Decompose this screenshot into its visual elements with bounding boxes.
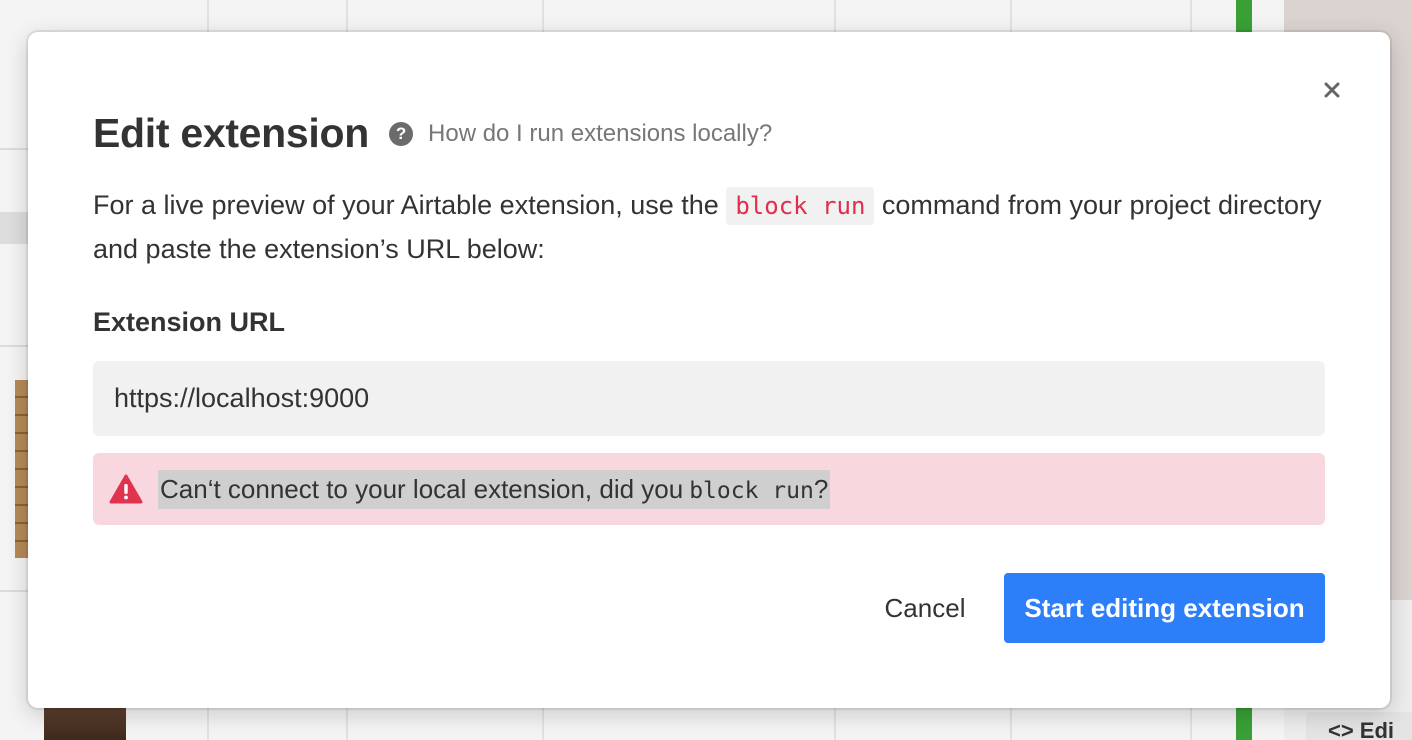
start-editing-button[interactable]: Start editing extension	[1004, 573, 1325, 643]
warning-triangle-icon	[109, 474, 143, 504]
error-suffix: ?	[813, 473, 829, 504]
error-banner: Can‘t connect to your local extension, d…	[93, 453, 1325, 525]
background-edit-tab: <> Edi	[1306, 712, 1412, 740]
grid-line	[0, 148, 30, 150]
error-message: Can‘t connect to your local extension, d…	[158, 469, 831, 509]
dialog-title: Edit extension	[93, 110, 370, 156]
description-code: block run	[726, 187, 875, 225]
edit-extension-dialog: Edit extension ? How do I run extensions…	[28, 32, 1390, 708]
dialog-header: Edit extension ? How do I run extensions…	[93, 110, 772, 157]
description-text: For a live preview of your Airtable exte…	[93, 190, 719, 220]
grid-line	[0, 590, 30, 592]
background-thumbnail	[44, 708, 126, 740]
question-circle-icon[interactable]: ?	[389, 121, 414, 146]
background-thumbnail	[15, 380, 29, 558]
grid-line	[0, 345, 30, 347]
dialog-description: For a live preview of your Airtable exte…	[93, 184, 1333, 271]
help-link[interactable]: How do I run extensions locally?	[428, 120, 772, 148]
extension-url-input[interactable]	[93, 361, 1325, 436]
error-code: block run?	[689, 474, 828, 505]
cancel-button[interactable]: Cancel	[870, 573, 980, 643]
background-band	[0, 212, 30, 244]
close-icon	[1324, 82, 1340, 98]
error-code-text: block run	[689, 477, 814, 504]
close-button[interactable]	[1318, 76, 1346, 104]
extension-url-label: Extension URL	[93, 307, 286, 337]
error-text: Can‘t connect to your local extension, d…	[160, 473, 684, 504]
